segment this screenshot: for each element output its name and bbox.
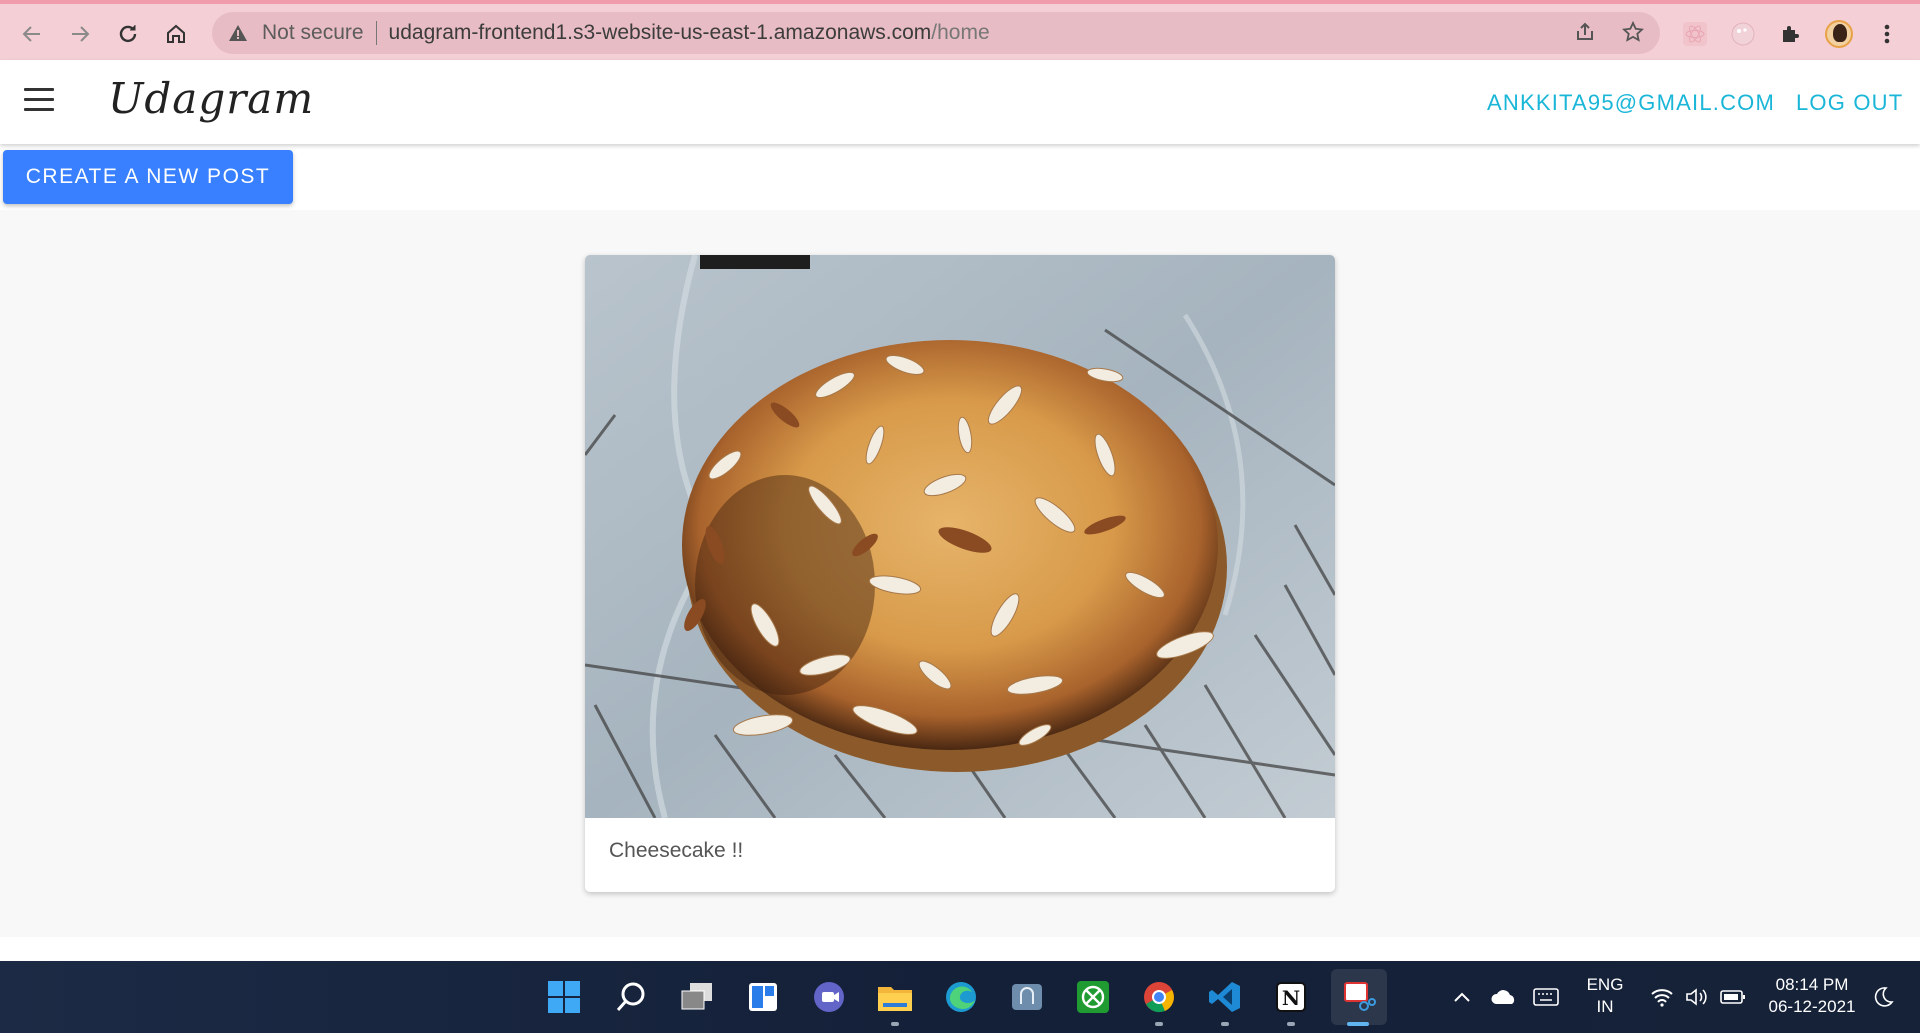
edge-browser-icon[interactable] bbox=[941, 977, 981, 1017]
hamburger-menu-icon[interactable] bbox=[24, 88, 58, 116]
xbox-icon[interactable] bbox=[1073, 977, 1113, 1017]
file-explorer-running-dot bbox=[891, 1022, 899, 1026]
region-code: IN bbox=[1596, 997, 1614, 1016]
feed-area: Cheesecake !! bbox=[0, 210, 1920, 937]
address-divider bbox=[375, 21, 377, 45]
security-label[interactable]: Not secure bbox=[262, 21, 364, 45]
language-code: ENG bbox=[1586, 975, 1624, 994]
back-button[interactable] bbox=[14, 16, 50, 52]
post-caption: Cheesecake !! bbox=[609, 839, 744, 862]
browser-toolbar: Not secure udagram-frontend1.s3-website-… bbox=[0, 0, 1920, 60]
warning-icon[interactable] bbox=[228, 24, 252, 42]
volume-icon[interactable] bbox=[1682, 977, 1710, 1017]
address-bar[interactable]: Not secure udagram-frontend1.s3-website-… bbox=[212, 12, 1660, 54]
battery-icon[interactable] bbox=[1718, 977, 1748, 1017]
search-icon[interactable] bbox=[611, 977, 651, 1017]
widgets-icon[interactable] bbox=[743, 977, 783, 1017]
clock-date: 06-12-2021 bbox=[1768, 997, 1856, 1016]
action-bar: CREATE A NEW POST bbox=[0, 144, 1920, 210]
chrome-running-dot bbox=[1155, 1022, 1163, 1026]
browser-menu-icon[interactable] bbox=[1870, 17, 1904, 51]
vscode-running-dot bbox=[1221, 1022, 1229, 1026]
create-post-button[interactable]: CREATE A NEW POST bbox=[3, 150, 293, 204]
forward-arrow-icon bbox=[72, 26, 90, 42]
svg-text:N: N bbox=[1282, 986, 1300, 1010]
app-header: Udagram ANKKITA95@GMAIL.COM LOG OUT bbox=[0, 60, 1920, 144]
task-view-icon[interactable] bbox=[677, 977, 717, 1017]
url-host: udagram-frontend1.s3-website-us-east-1.a… bbox=[388, 21, 932, 44]
extensions-puzzle-icon[interactable] bbox=[1774, 17, 1808, 51]
react-extension-icon[interactable] bbox=[1678, 17, 1712, 51]
user-email-link[interactable]: ANKKITA95@GMAIL.COM bbox=[1487, 90, 1775, 116]
post-card: Cheesecake !! bbox=[585, 255, 1335, 892]
show-hidden-icons-chevron-icon[interactable] bbox=[1450, 977, 1474, 1017]
post-image bbox=[585, 255, 1335, 818]
file-explorer-icon[interactable] bbox=[875, 977, 915, 1017]
clock[interactable]: 08:14 PM 06-12-2021 bbox=[1762, 974, 1862, 1018]
teams-chat-icon[interactable] bbox=[809, 977, 849, 1017]
reload-icon bbox=[119, 25, 137, 43]
share-icon[interactable] bbox=[1574, 21, 1596, 43]
home-button[interactable] bbox=[158, 16, 194, 52]
footer-gap bbox=[0, 937, 1920, 961]
input-language-indicator[interactable]: ENG IN bbox=[1580, 974, 1630, 1018]
notifications-moon-icon[interactable] bbox=[1868, 977, 1898, 1017]
app-logo[interactable]: Udagram bbox=[108, 74, 314, 123]
forward-button[interactable] bbox=[62, 16, 98, 52]
home-icon bbox=[167, 24, 185, 43]
notion-icon[interactable]: N bbox=[1271, 977, 1311, 1017]
clock-time: 08:14 PM bbox=[1775, 975, 1849, 994]
windows-taskbar: N ENG IN 08:14 PM 06-12-2021 bbox=[0, 961, 1920, 1033]
redux-extension-icon[interactable] bbox=[1726, 17, 1760, 51]
windows-start-icon[interactable] bbox=[544, 977, 584, 1017]
notion-running-dot bbox=[1287, 1022, 1295, 1026]
url-path: /home bbox=[931, 21, 990, 44]
snipping-tool-icon[interactable] bbox=[1331, 969, 1387, 1025]
wifi-icon[interactable] bbox=[1648, 977, 1676, 1017]
chrome-browser-icon[interactable] bbox=[1139, 977, 1179, 1017]
profile-avatar[interactable] bbox=[1822, 17, 1856, 51]
keyboard-icon[interactable] bbox=[1530, 977, 1562, 1017]
active-app-indicator bbox=[1347, 1022, 1369, 1026]
back-arrow-icon bbox=[22, 26, 40, 42]
app-store-icon[interactable] bbox=[1007, 977, 1047, 1017]
logout-button[interactable]: LOG OUT bbox=[1796, 90, 1903, 116]
onedrive-cloud-icon[interactable] bbox=[1488, 977, 1520, 1017]
vscode-icon[interactable] bbox=[1205, 977, 1245, 1017]
reload-button[interactable] bbox=[110, 16, 146, 52]
bookmark-star-icon[interactable] bbox=[1622, 21, 1644, 43]
